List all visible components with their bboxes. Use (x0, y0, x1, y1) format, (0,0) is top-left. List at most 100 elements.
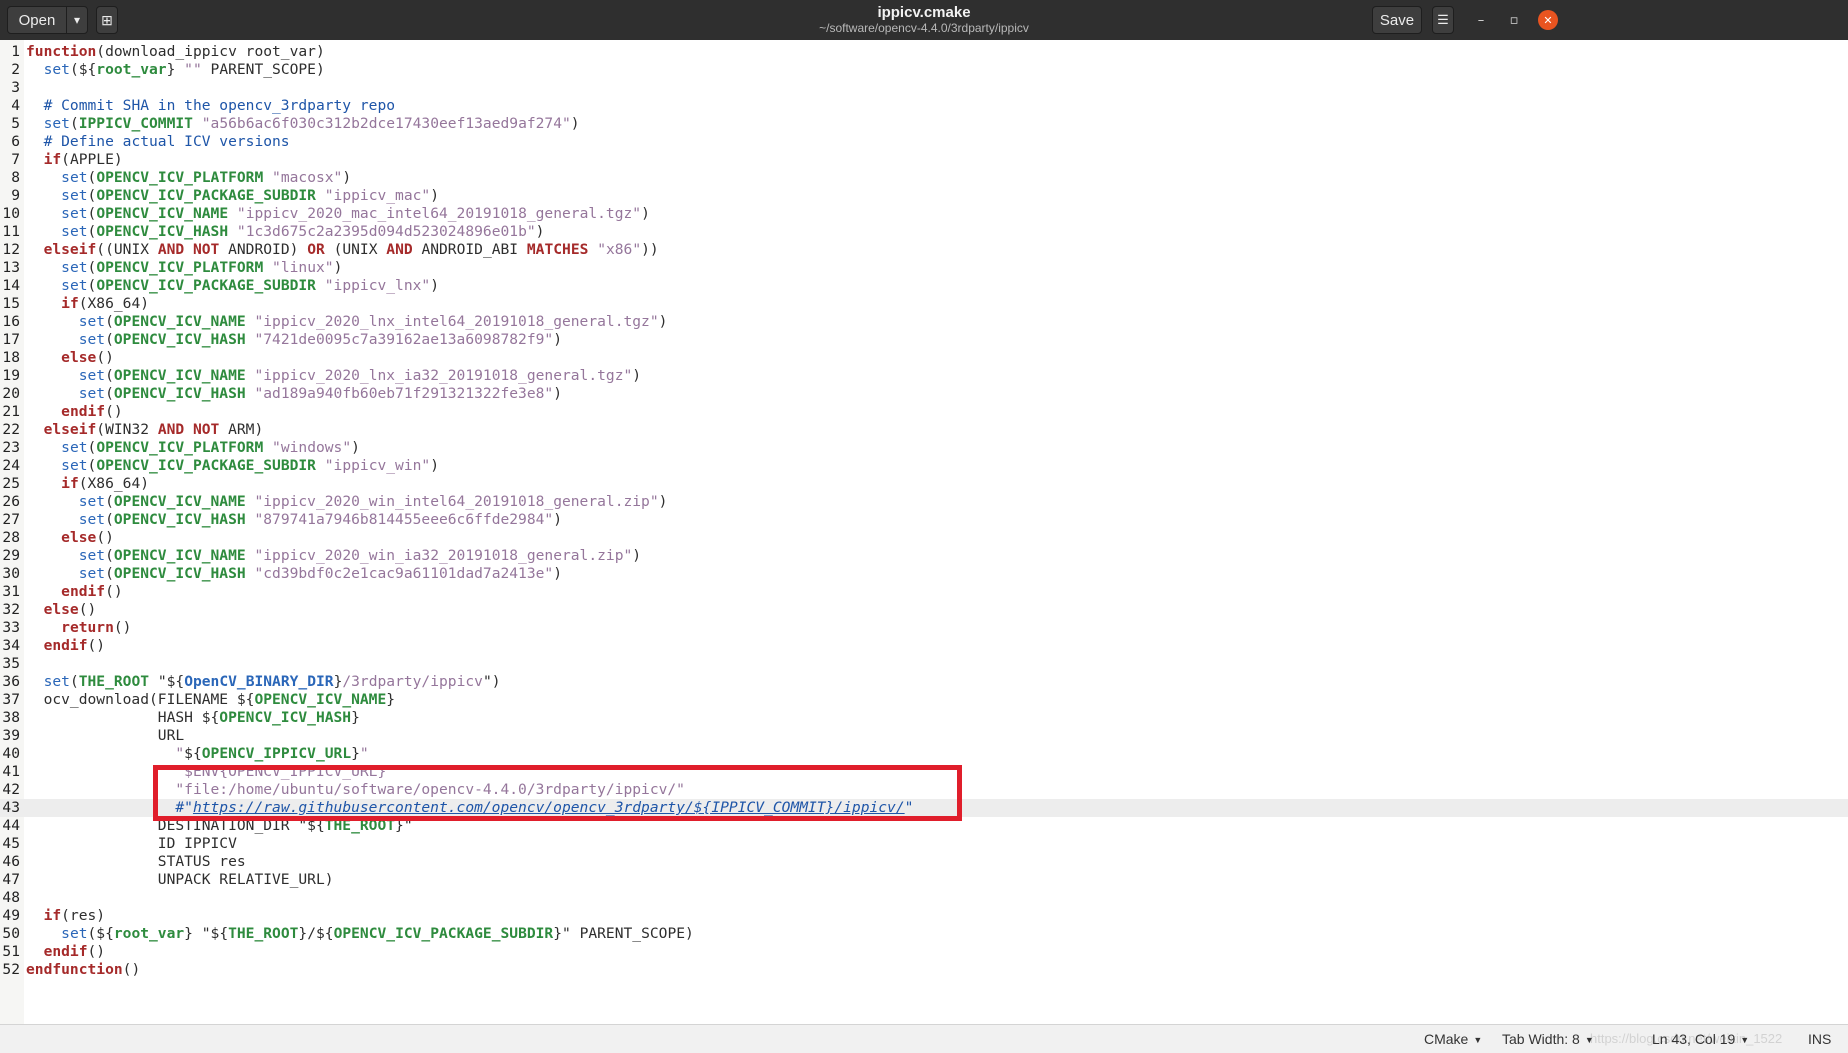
line-text[interactable]: set(OPENCV_ICV_PACKAGE_SUBDIR "ippicv_ma… (26, 187, 439, 205)
menu-button[interactable]: ☰ (1432, 6, 1454, 34)
line-text[interactable]: set(OPENCV_ICV_HASH "879741a7946b814455e… (26, 511, 562, 529)
line-text[interactable]: set(${root_var} "${THE_ROOT}/${OPENCV_IC… (26, 925, 694, 943)
line-text[interactable]: endfunction() (26, 961, 140, 979)
code-line[interactable]: 13 set(OPENCV_ICV_PLATFORM "linux") (0, 259, 1848, 277)
line-text[interactable]: set(${root_var} "" PARENT_SCOPE) (26, 61, 325, 79)
line-text[interactable]: endif() (26, 403, 123, 421)
code-line[interactable]: 8 set(OPENCV_ICV_PLATFORM "macosx") (0, 169, 1848, 187)
code-line[interactable]: 31 endif() (0, 583, 1848, 601)
code-line[interactable]: 18 else() (0, 349, 1848, 367)
line-text[interactable]: set(THE_ROOT "${OpenCV_BINARY_DIR}/3rdpa… (26, 673, 501, 691)
line-text[interactable]: else() (26, 601, 97, 619)
code-line[interactable]: 39 URL (0, 727, 1848, 745)
line-text[interactable]: ID IPPICV (26, 835, 237, 853)
save-button[interactable]: Save (1372, 6, 1422, 34)
line-text[interactable]: return() (26, 619, 131, 637)
code-view[interactable]: 1 function(download_ippicv root_var) 2 set… (0, 43, 1848, 979)
line-text[interactable]: set(OPENCV_ICV_PLATFORM "windows") (26, 439, 360, 457)
line-text[interactable]: if(res) (26, 907, 106, 925)
line-text[interactable]: set(OPENCV_ICV_NAME "ippicv_2020_win_int… (26, 493, 668, 511)
line-text[interactable]: set(OPENCV_ICV_NAME "ippicv_2020_mac_int… (26, 205, 650, 223)
code-line[interactable]: 38 HASH ${OPENCV_ICV_HASH} (0, 709, 1848, 727)
line-text[interactable]: set(OPENCV_ICV_PLATFORM "macosx") (26, 169, 351, 187)
language-selector[interactable]: CMake ▼ (1424, 1031, 1482, 1047)
line-text[interactable]: endif() (26, 637, 106, 655)
code-line[interactable]: 5 set(IPPICV_COMMIT "a56b6ac6f030c312b2d… (0, 115, 1848, 133)
code-line[interactable]: 35 (0, 655, 1848, 673)
line-text[interactable]: if(X86_64) (26, 475, 149, 493)
code-line[interactable]: 25 if(X86_64) (0, 475, 1848, 493)
close-button[interactable]: ✕ (1538, 10, 1558, 30)
code-line[interactable]: 2 set(${root_var} "" PARENT_SCOPE) (0, 61, 1848, 79)
line-text[interactable]: else() (26, 349, 114, 367)
line-text[interactable]: UNPACK RELATIVE_URL) (26, 871, 334, 889)
code-line[interactable]: 9 set(OPENCV_ICV_PACKAGE_SUBDIR "ippicv_… (0, 187, 1848, 205)
code-line[interactable]: 12 elseif((UNIX AND NOT ANDROID) OR (UNI… (0, 241, 1848, 259)
code-line[interactable]: 30 set(OPENCV_ICV_HASH "cd39bdf0c2e1cac9… (0, 565, 1848, 583)
line-text[interactable]: if(X86_64) (26, 295, 149, 313)
line-text[interactable]: if(APPLE) (26, 151, 123, 169)
line-text[interactable]: # Define actual ICV versions (26, 133, 290, 151)
code-line[interactable]: 50 set(${root_var} "${THE_ROOT}/${OPENCV… (0, 925, 1848, 943)
line-text[interactable]: elseif((UNIX AND NOT ANDROID) OR (UNIX A… (26, 241, 659, 259)
code-line[interactable]: 10 set(OPENCV_ICV_NAME "ippicv_2020_mac_… (0, 205, 1848, 223)
code-line[interactable]: 27 set(OPENCV_ICV_HASH "879741a7946b8144… (0, 511, 1848, 529)
code-line[interactable]: 6 # Define actual ICV versions (0, 133, 1848, 151)
line-text[interactable]: ocv_download(FILENAME ${OPENCV_ICV_NAME} (26, 691, 395, 709)
line-text[interactable]: elseif(WIN32 AND NOT ARM) (26, 421, 264, 439)
line-text[interactable]: set(OPENCV_ICV_NAME "ippicv_2020_win_ia3… (26, 547, 641, 565)
code-line[interactable]: 14 set(OPENCV_ICV_PACKAGE_SUBDIR "ippicv… (0, 277, 1848, 295)
code-line[interactable]: 24 set(OPENCV_ICV_PACKAGE_SUBDIR "ippicv… (0, 457, 1848, 475)
code-line[interactable]: 37 ocv_download(FILENAME ${OPENCV_ICV_NA… (0, 691, 1848, 709)
code-line[interactable]: 32 else() (0, 601, 1848, 619)
line-text[interactable]: endif() (26, 943, 106, 961)
code-line[interactable]: 19 set(OPENCV_ICV_NAME "ippicv_2020_lnx_… (0, 367, 1848, 385)
code-line[interactable]: 36 set(THE_ROOT "${OpenCV_BINARY_DIR}/3r… (0, 673, 1848, 691)
line-text[interactable]: set(OPENCV_ICV_HASH "cd39bdf0c2e1cac9a61… (26, 565, 562, 583)
code-line[interactable]: 17 set(OPENCV_ICV_HASH "7421de0095c7a391… (0, 331, 1848, 349)
code-line[interactable]: 20 set(OPENCV_ICV_HASH "ad189a940fb60eb7… (0, 385, 1848, 403)
code-line[interactable]: 52 endfunction() (0, 961, 1848, 979)
code-line[interactable]: 45 ID IPPICV (0, 835, 1848, 853)
line-text[interactable]: set(OPENCV_ICV_PACKAGE_SUBDIR "ippicv_ln… (26, 277, 439, 295)
code-line[interactable]: 1 function(download_ippicv root_var) (0, 43, 1848, 61)
text-editor[interactable]: 1 function(download_ippicv root_var) 2 set… (0, 40, 1848, 1024)
line-text[interactable]: set(OPENCV_ICV_PACKAGE_SUBDIR "ippicv_wi… (26, 457, 439, 475)
code-line[interactable]: 16 set(OPENCV_ICV_NAME "ippicv_2020_lnx_… (0, 313, 1848, 331)
minimize-button[interactable]: – (1471, 10, 1491, 30)
line-text[interactable]: set(OPENCV_ICV_HASH "ad189a940fb60eb71f2… (26, 385, 562, 403)
line-text[interactable]: set(OPENCV_ICV_NAME "ippicv_2020_lnx_ia3… (26, 367, 641, 385)
code-line[interactable]: 51 endif() (0, 943, 1848, 961)
code-line[interactable]: 22 elseif(WIN32 AND NOT ARM) (0, 421, 1848, 439)
line-text[interactable]: set(OPENCV_ICV_PLATFORM "linux") (26, 259, 342, 277)
line-text[interactable]: else() (26, 529, 114, 547)
code-line[interactable]: 33 return() (0, 619, 1848, 637)
code-line[interactable]: 49 if(res) (0, 907, 1848, 925)
line-text[interactable]: URL (26, 727, 184, 745)
code-line[interactable]: 26 set(OPENCV_ICV_NAME "ippicv_2020_win_… (0, 493, 1848, 511)
code-line[interactable]: 21 endif() (0, 403, 1848, 421)
line-text[interactable]: endif() (26, 583, 123, 601)
maximize-button[interactable]: ▫ (1504, 10, 1524, 30)
code-line[interactable]: 29 set(OPENCV_ICV_NAME "ippicv_2020_win_… (0, 547, 1848, 565)
code-line[interactable]: 46 STATUS res (0, 853, 1848, 871)
cursor-position-selector[interactable]: Ln 43, Col 19 ▼ (1652, 1031, 1749, 1047)
code-line[interactable]: 47 UNPACK RELATIVE_URL) (0, 871, 1848, 889)
tab-width-selector[interactable]: Tab Width: 8 ▼ (1502, 1031, 1594, 1047)
code-line[interactable]: 34 endif() (0, 637, 1848, 655)
code-line[interactable]: 48 (0, 889, 1848, 907)
code-line[interactable]: 4 # Commit SHA in the opencv_3rdparty re… (0, 97, 1848, 115)
code-line[interactable]: 15 if(X86_64) (0, 295, 1848, 313)
code-line[interactable]: 23 set(OPENCV_ICV_PLATFORM "windows") (0, 439, 1848, 457)
line-text[interactable]: STATUS res (26, 853, 246, 871)
code-line[interactable]: 3 (0, 79, 1848, 97)
line-text[interactable]: set(OPENCV_ICV_NAME "ippicv_2020_lnx_int… (26, 313, 668, 331)
code-line[interactable]: 11 set(OPENCV_ICV_HASH "1c3d675c2a2395d0… (0, 223, 1848, 241)
line-text[interactable]: set(OPENCV_ICV_HASH "1c3d675c2a2395d094d… (26, 223, 544, 241)
code-line[interactable]: 40 "${OPENCV_IPPICV_URL}" (0, 745, 1848, 763)
line-text[interactable]: "${OPENCV_IPPICV_URL}" (26, 745, 368, 763)
line-text[interactable]: set(IPPICV_COMMIT "a56b6ac6f030c312b2dce… (26, 115, 580, 133)
code-line[interactable]: 7 if(APPLE) (0, 151, 1848, 169)
code-line[interactable]: 28 else() (0, 529, 1848, 547)
line-text[interactable]: function(download_ippicv root_var) (26, 43, 325, 61)
